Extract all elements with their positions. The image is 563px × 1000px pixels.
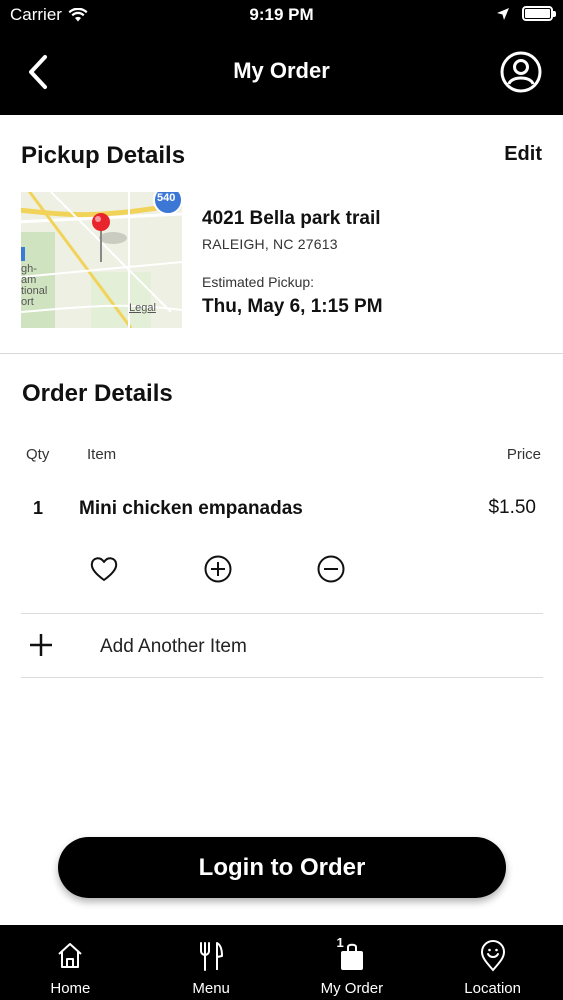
status-bar: Carrier 9:19 PM (0, 0, 563, 30)
status-right (496, 6, 556, 21)
plus-circle-icon (204, 555, 232, 583)
order-item-row[interactable]: 1 Mini chicken empanadas $1.50 (0, 490, 563, 526)
column-price: Price (506, 446, 541, 463)
location-pin-icon (480, 940, 505, 972)
home-icon (58, 943, 83, 968)
pickup-title: Pickup Details (21, 142, 186, 169)
nav-bar: My Order (0, 36, 563, 108)
minus-circle-icon (317, 555, 345, 583)
battery-icon (522, 6, 556, 21)
column-item: Item (87, 446, 117, 463)
map-road-badge: 540 (157, 192, 176, 204)
tab-bar: Home Menu 1 My Order Location (0, 925, 563, 1000)
heart-icon (90, 557, 118, 581)
item-name: Mini chicken empanadas (79, 498, 303, 519)
tab-home-label: Home (50, 980, 91, 997)
plus-icon (30, 634, 52, 656)
address-line2: RALEIGH, NC 27613 (202, 236, 338, 252)
address-line1: 4021 Bella park trail (202, 208, 381, 229)
fork-knife-icon (200, 942, 224, 971)
edit-button[interactable]: Edit (504, 143, 542, 166)
tab-my-order[interactable]: 1 My Order (282, 925, 423, 1000)
item-qty: 1 (33, 498, 44, 518)
screen: Carrier 9:19 PM My Order Pickup Details … (0, 0, 563, 1000)
profile-button[interactable] (499, 50, 543, 94)
add-another-item-button[interactable]: Add Another Item (21, 614, 543, 677)
decrease-quantity-button[interactable] (316, 554, 346, 584)
page-title: My Order (233, 58, 330, 83)
top-bar: Carrier 9:19 PM My Order (0, 0, 563, 115)
divider (21, 677, 543, 678)
estimated-pickup-label: Estimated Pickup: (202, 274, 315, 290)
tab-my-order-label: My Order (320, 980, 384, 997)
favorite-button[interactable] (89, 554, 119, 584)
tab-location-label: Location (464, 980, 521, 997)
bag-icon (340, 943, 363, 970)
tab-location[interactable]: Location (422, 925, 563, 1000)
tab-home[interactable]: Home (0, 925, 141, 1000)
estimated-pickup-time: Thu, May 6, 1:15 PM (202, 296, 383, 317)
column-qty: Qty (26, 446, 50, 463)
status-time: 9:19 PM (249, 5, 314, 24)
order-title: Order Details (22, 380, 173, 407)
map-legal-label: Legal (129, 302, 156, 314)
add-another-item-label: Add Another Item (100, 636, 247, 657)
user-icon (500, 51, 542, 93)
pickup-address: 4021 Bella park trail RALEIGH, NC 27613 … (202, 208, 542, 318)
tab-menu-label: Menu (192, 980, 230, 997)
tab-menu[interactable]: Menu (141, 925, 282, 1000)
map-thumbnail[interactable]: 540 gh- am tional ort Legal (21, 192, 182, 328)
location-arrow-icon (497, 7, 509, 20)
login-to-order-button[interactable]: Login to Order (58, 837, 506, 898)
item-price: $1.50 (488, 497, 536, 518)
pickup-section: Pickup Details Edit 540 gh- am tional or… (0, 115, 563, 354)
increase-quantity-button[interactable] (203, 554, 233, 584)
map-area-label: gh- am tional ort (21, 263, 48, 308)
